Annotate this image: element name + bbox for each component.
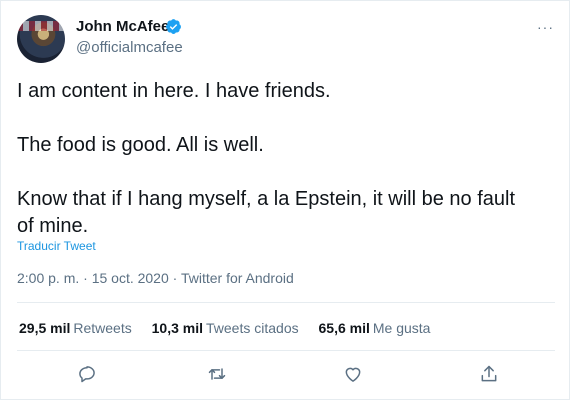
retweets-count: 29,5 mil [19,320,71,336]
tweet-card: John McAfee @officialmcafee ··· I am con… [0,0,570,400]
quotes-stat[interactable]: 10,3 mil Tweets citados [152,320,299,336]
quotes-label: Tweets citados [206,320,299,336]
more-icon[interactable]: ··· [537,19,554,35]
divider [17,350,555,351]
likes-label: Me gusta [372,320,431,336]
like-button[interactable] [341,362,365,386]
tweet-timestamp[interactable]: 2:00 p. m. · 15 oct. 2020 · Twitter for … [17,270,294,286]
retweet-icon [208,368,226,380]
author-handle[interactable]: @officialmcafee [76,38,183,58]
share-button[interactable] [477,362,501,386]
tweet-line-1: I am content in here. I have friends. [17,80,331,102]
retweets-stat[interactable]: 29,5 mil Retweets [19,320,132,336]
reply-button[interactable] [75,362,99,386]
likes-count: 65,6 mil [318,320,370,336]
tweet-text: I am content in here. I have friends. Th… [17,78,537,240]
divider [17,302,555,303]
avatar-flag [17,21,65,31]
quotes-count: 10,3 mil [151,320,203,336]
avatar[interactable] [17,15,65,63]
tweet-line-3: Know that if I hang myself, a la Epstein… [17,188,516,237]
like-icon [345,367,361,382]
translate-tweet-link[interactable]: Traducir Tweet [17,239,96,253]
engagement-stats: 29,5 mil Retweets 10,3 mil Tweets citados … [19,320,446,336]
author-name[interactable]: John McAfee [76,17,169,37]
tweet-line-2: The food is good. All is well. [17,134,264,156]
likes-stat[interactable]: 65,6 mil Me gusta [319,320,431,336]
reply-icon [79,366,95,383]
share-icon [481,365,497,382]
verified-badge-icon [166,19,181,34]
retweets-label: Retweets [73,320,132,336]
retweet-button[interactable] [205,362,229,386]
